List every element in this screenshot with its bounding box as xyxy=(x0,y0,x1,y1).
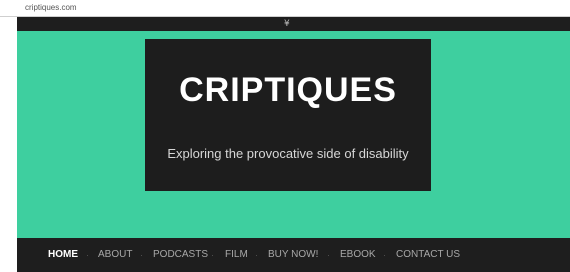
top-strip: ¥ xyxy=(17,17,570,31)
url-text[interactable]: criptiques.com xyxy=(25,3,77,12)
nav-separator: · xyxy=(140,250,143,260)
main-nav: HOME · ABOUT · PODCASTS · FILM · BUY NOW… xyxy=(17,238,570,272)
nav-item-contact-us[interactable]: CONTACT US xyxy=(396,249,460,260)
nav-item-ebook[interactable]: EBOOK xyxy=(340,249,376,260)
nav-item-buy-now[interactable]: BUY NOW! xyxy=(268,249,318,260)
nav-separator: · xyxy=(327,250,330,260)
hero-banner: CRIPTIQUES Exploring the provocative sid… xyxy=(17,31,570,238)
site-title[interactable]: CRIPTIQUES xyxy=(145,71,431,110)
nav-separator: · xyxy=(255,250,258,260)
nav-item-about[interactable]: ABOUT xyxy=(98,249,132,260)
nav-separator: · xyxy=(211,250,214,260)
site-title-box[interactable]: CRIPTIQUES Exploring the provocative sid… xyxy=(145,39,431,191)
nav-item-podcasts[interactable]: PODCASTS xyxy=(153,249,208,260)
double-chevron-down-icon[interactable]: ¥ xyxy=(284,18,290,30)
nav-separator: · xyxy=(86,250,89,260)
nav-separator: · xyxy=(383,250,386,260)
site-tagline: Exploring the provocative side of disabi… xyxy=(167,146,409,161)
nav-item-home[interactable]: HOME xyxy=(48,249,78,260)
address-bar[interactable]: criptiques.com xyxy=(0,0,570,17)
nav-item-film[interactable]: FILM xyxy=(225,249,248,260)
